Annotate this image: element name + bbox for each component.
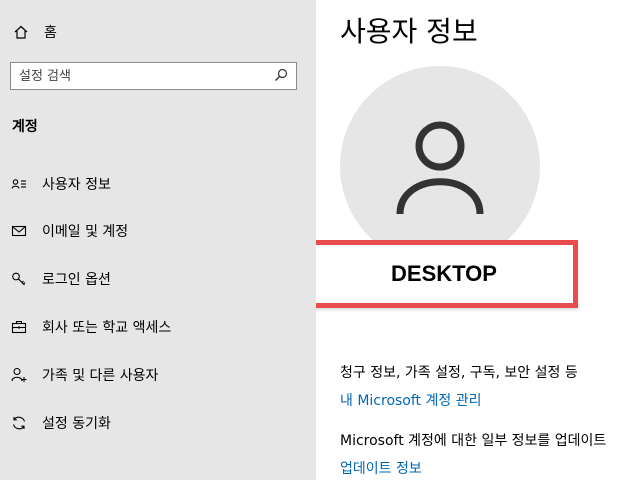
home-icon bbox=[12, 23, 30, 41]
sidebar-item-family-users[interactable]: 가족 및 다른 사용자 bbox=[0, 355, 316, 395]
update-info-link[interactable]: 업데이트 정보 bbox=[340, 458, 422, 478]
sidebar-item-label: 로그인 옵션 bbox=[42, 272, 111, 288]
user-silhouette-icon bbox=[396, 121, 484, 215]
info-text-billing: 청구 정보, 가족 설정, 구독, 보안 설정 등 bbox=[340, 365, 578, 381]
avatar bbox=[340, 66, 540, 266]
sidebar-item-email-accounts[interactable]: 이메일 및 계정 bbox=[0, 211, 316, 251]
manage-account-link[interactable]: 내 Microsoft 계정 관리 bbox=[340, 390, 481, 410]
sidebar-item-label: 설정 동기화 bbox=[42, 416, 111, 432]
search-box[interactable] bbox=[10, 62, 297, 90]
main-content: 사용자 정보 DESKTOP 청구 정보, 가족 설정, 구독, 보안 설정 등… bbox=[316, 0, 640, 480]
user-info-icon bbox=[10, 175, 28, 193]
sidebar-item-work-school[interactable]: 회사 또는 학교 액세스 bbox=[0, 307, 316, 347]
add-user-icon bbox=[10, 366, 28, 384]
page-title: 사용자 정보 bbox=[340, 15, 478, 48]
sidebar-item-label: 사용자 정보 bbox=[42, 177, 111, 193]
sidebar: 홈 계정 사용자 정보 이메일 및 계정 로그인 옵션 회사 또는 학교 액세스 bbox=[0, 0, 316, 480]
sidebar-item-label: 가족 및 다른 사용자 bbox=[42, 368, 159, 384]
mail-icon bbox=[10, 222, 28, 240]
key-icon bbox=[10, 270, 28, 288]
sync-icon bbox=[10, 414, 28, 432]
sidebar-item-sync-settings[interactable]: 설정 동기화 bbox=[0, 403, 316, 443]
search-input[interactable] bbox=[19, 68, 259, 84]
briefcase-icon bbox=[10, 318, 28, 336]
account-name-highlight: DESKTOP bbox=[316, 240, 578, 308]
sidebar-item-label: 회사 또는 학교 액세스 bbox=[42, 320, 172, 336]
account-name: DESKTOP bbox=[391, 261, 497, 286]
home-nav[interactable]: 홈 bbox=[12, 20, 57, 44]
sidebar-item-sign-in-options[interactable]: 로그인 옵션 bbox=[0, 259, 316, 299]
section-title: 계정 bbox=[12, 119, 38, 135]
info-text-update: Microsoft 계정에 대한 일부 정보를 업데이트 bbox=[340, 433, 607, 449]
search-icon[interactable] bbox=[274, 67, 288, 86]
sidebar-item-user-info[interactable]: 사용자 정보 bbox=[0, 164, 316, 204]
sidebar-item-label: 이메일 및 계정 bbox=[42, 224, 129, 240]
home-label: 홈 bbox=[44, 25, 57, 41]
